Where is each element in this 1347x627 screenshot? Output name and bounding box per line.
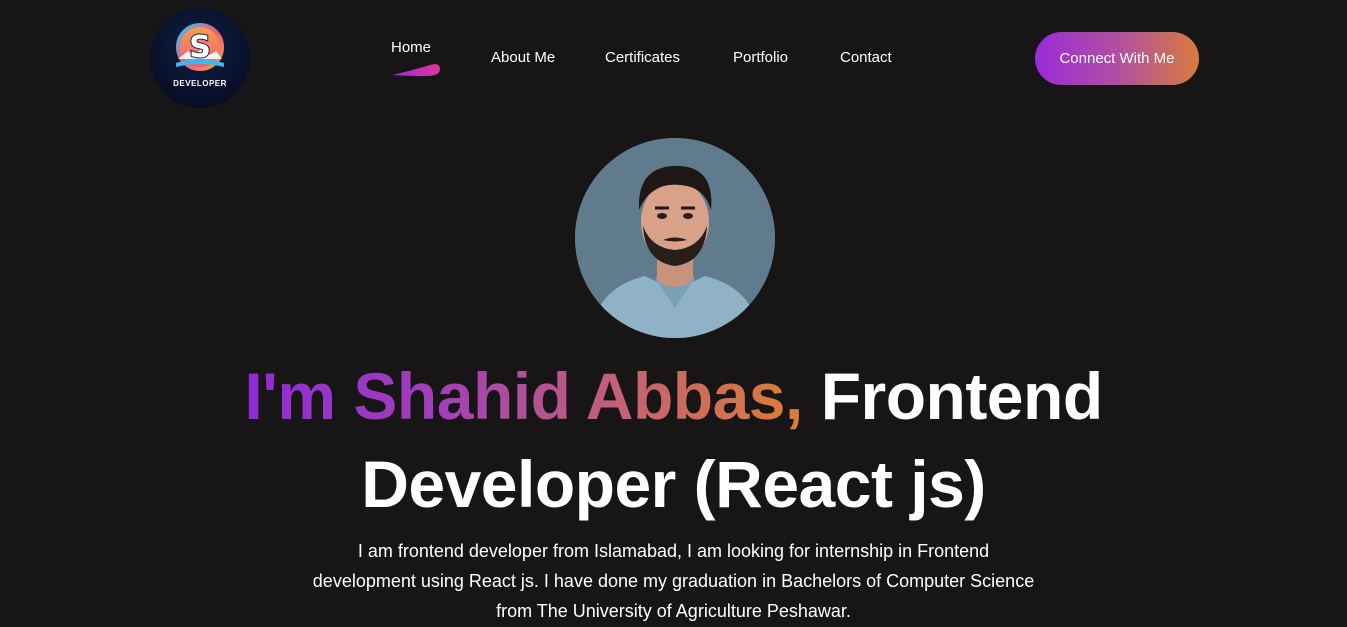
- profile-photo: [575, 138, 775, 338]
- connect-with-me-button[interactable]: Connect With Me: [1035, 32, 1199, 85]
- nav-item-contact[interactable]: Contact: [840, 49, 892, 66]
- hero-intro: I am frontend developer from Islamabad, …: [250, 536, 1097, 626]
- nav-item-certificates[interactable]: Certificates: [605, 49, 680, 66]
- hero-name-gradient: I'm Shahid Abbas,: [244, 359, 803, 433]
- intro-line: I am frontend developer from Islamabad, …: [357, 541, 990, 561]
- hero-role-part1: Frontend: [820, 359, 1103, 433]
- hero-role-part2: Developer (React js): [361, 447, 986, 521]
- nav-item-about-me[interactable]: About Me: [491, 49, 555, 66]
- nav-item-portfolio[interactable]: Portfolio: [733, 49, 788, 66]
- nav-item-home[interactable]: Home: [391, 39, 431, 56]
- pink-swoosh-icon: [392, 64, 440, 76]
- intro-line: development using React js. I have done …: [312, 571, 1035, 591]
- main-nav: Home About Me Certificates Portfolio Con…: [0, 0, 1347, 110]
- intro-line: from The University of Agriculture Pesha…: [496, 601, 851, 621]
- profile-photo-illustration: [575, 138, 775, 338]
- hero-headline: I'm Shahid Abbas, Frontend Developer (Re…: [0, 352, 1347, 528]
- portfolio-page: S DEVELOPER Home About Me Certificates P…: [0, 0, 1347, 627]
